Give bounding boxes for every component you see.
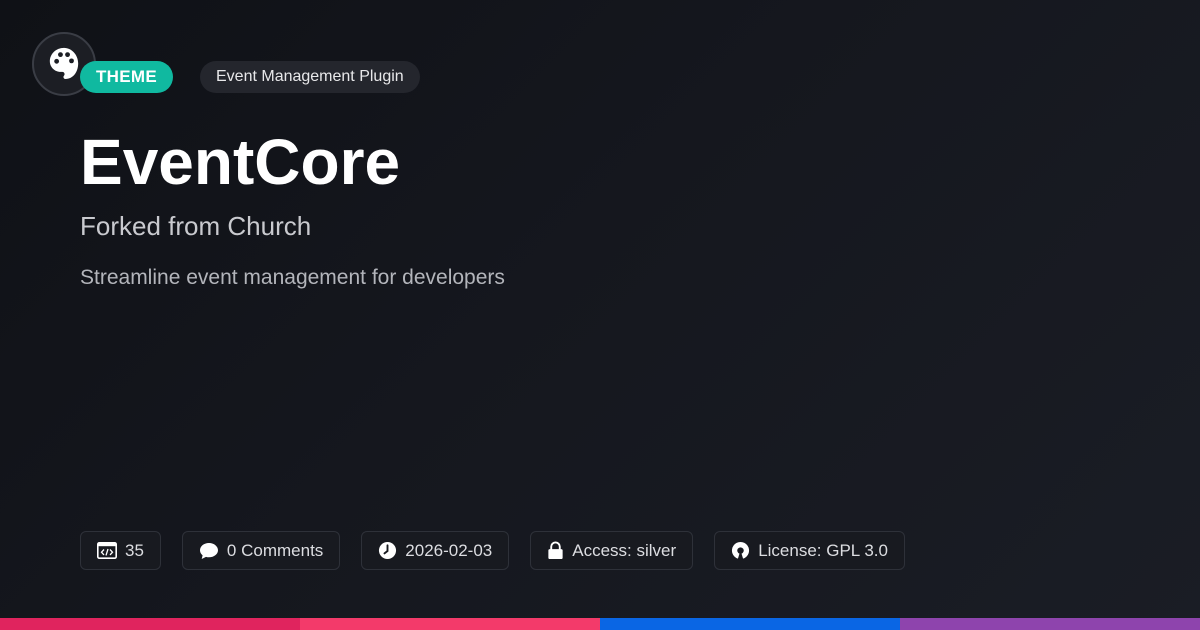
code-count: 35 [80, 531, 161, 570]
accent-stripe-segment [900, 618, 1200, 630]
accent-stripe-segment [600, 618, 900, 630]
clock-icon [378, 541, 397, 560]
accent-stripe-segment [300, 618, 600, 630]
accent-stripe-segment [0, 618, 300, 630]
accent-stripe [0, 618, 1200, 630]
page-title: EventCore [80, 126, 401, 198]
comments-count-value: 0 Comments [226, 540, 324, 560]
access-level: Access: silver [530, 531, 694, 570]
lock-icon [547, 541, 564, 560]
code-icon [97, 542, 117, 559]
access-level-value: Access: silver [572, 540, 677, 560]
code-count-value: 35 [125, 540, 144, 560]
page-description: Streamline event management for develope… [80, 266, 505, 289]
license: License: GPL 3.0 [714, 531, 905, 570]
comments-count: 0 Comments [181, 531, 341, 570]
publish-date-value: 2026-02-03 [405, 540, 493, 560]
license-value: License: GPL 3.0 [758, 540, 888, 560]
publish-date: 2026-02-03 [361, 531, 510, 570]
comment-icon [199, 542, 219, 560]
open-source-icon [731, 541, 750, 560]
palette-icon [47, 45, 81, 84]
page-subtitle: Forked from Church [80, 211, 312, 241]
meta-row: 35 0 Comments 2026-02-03 Access: silver [80, 531, 905, 570]
type-badge: THEME [80, 61, 173, 93]
category-badge: Event Management Plugin [200, 61, 420, 93]
